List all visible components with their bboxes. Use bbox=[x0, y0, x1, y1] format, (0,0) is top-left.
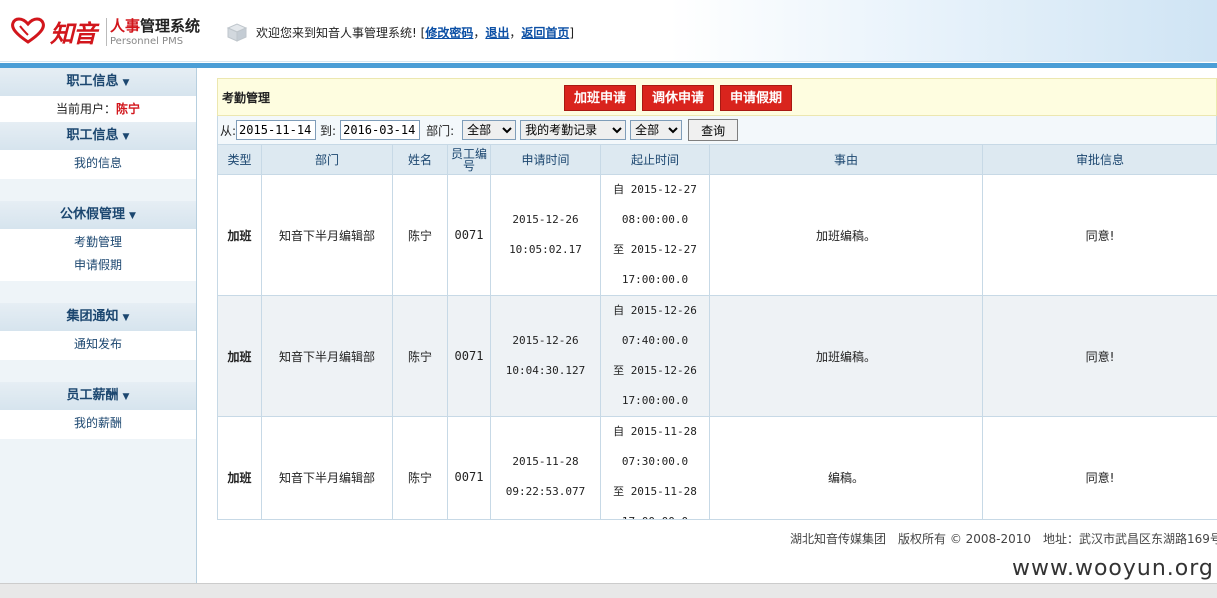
row-dept: 知音下半月编辑部 bbox=[261, 416, 393, 519]
rest-apply-button[interactable]: 调休申请 bbox=[642, 85, 715, 111]
welcome-bar: 欢迎您来到知音人事管理系统! [修改密码，退出，返回首页] bbox=[256, 26, 575, 40]
logo-text: 知音 bbox=[50, 20, 97, 48]
row-type: 加班 bbox=[217, 174, 262, 296]
table-row: 加班 知音下半月编辑部 陈宁 0071 2015-12-26 10:05:02.1… bbox=[217, 174, 1217, 296]
sidebar-section-group-notice[interactable]: 集团通知 ▼ bbox=[0, 303, 196, 331]
col-name: 姓名 bbox=[392, 144, 448, 175]
chevron-down-icon: ▼ bbox=[122, 132, 130, 142]
sidebar-item-apply-leave[interactable]: 申请假期 bbox=[0, 254, 196, 277]
row-range: 自 2015-11-28 07:30:00.0 至 2015-11-28 17:… bbox=[600, 416, 710, 519]
overtime-apply-button[interactable]: 加班申请 bbox=[564, 85, 637, 111]
attendance-table: 类型 部门 姓名 员工编号 申请时间 起止时间 事由 审批信息 加班 知音下半月… bbox=[217, 144, 1217, 519]
col-dept: 部门 bbox=[261, 144, 393, 175]
row-type: 加班 bbox=[217, 416, 262, 519]
header: 知音 人事管理系统 Personnel PMS 欢迎您来到知音人事管理系统! [… bbox=[0, 0, 1217, 62]
row-approval: 同意! bbox=[982, 174, 1217, 296]
system-title: 人事管理系统 bbox=[110, 17, 201, 35]
sidebar-section-staff-info[interactable]: 职工信息 ▼ bbox=[0, 68, 196, 96]
row-dept: 知音下半月编辑部 bbox=[261, 174, 393, 296]
attendance-table-wrap: 类型 部门 姓名 员工编号 申请时间 起止时间 事由 审批信息 加班 知音下半月… bbox=[217, 144, 1217, 520]
cube-icon bbox=[226, 23, 248, 42]
logout-link[interactable]: 退出 bbox=[485, 26, 509, 40]
col-range: 起止时间 bbox=[600, 144, 710, 175]
system-subtitle: Personnel PMS bbox=[110, 36, 184, 47]
from-label: 从: bbox=[220, 123, 237, 138]
watermark: www.wooyun.org bbox=[1012, 556, 1214, 581]
status-select[interactable]: 全部 bbox=[630, 120, 683, 140]
col-approval: 审批信息 bbox=[982, 144, 1217, 175]
row-range: 自 2015-12-27 08:00:00.0 至 2015-12-27 17:… bbox=[600, 174, 710, 296]
row-reason: 加班编稿。 bbox=[709, 295, 983, 417]
table-row: 加班 知音下半月编辑部 陈宁 0071 2015-11-28 09:22:53.0… bbox=[217, 416, 1217, 519]
welcome-text: 欢迎您来到知音人事管理系统! bbox=[256, 26, 417, 40]
logo[interactable]: 知音 人事管理系统 Personnel PMS bbox=[10, 12, 210, 52]
sidebar: 职工信息 ▼ 当前用户：陈宁 职工信息 ▼ 我的信息 公休假管理 ▼ 考勤管理 申请假… bbox=[0, 68, 197, 583]
footer: 湖北知音传媒集团 版权所有 © 2008-2010 地址：武汉市武昌区东湖路16… bbox=[790, 532, 1217, 546]
change-password-link[interactable]: 修改密码 bbox=[425, 26, 473, 40]
table-header: 类型 部门 姓名 员工编号 申请时间 起止时间 事由 审批信息 bbox=[217, 144, 1217, 175]
filter-bar: 从: 到: 部门: 全部 我的考勤记录 全部 查询 bbox=[217, 116, 1217, 144]
chevron-down-icon: ▼ bbox=[129, 211, 136, 221]
sidebar-section-salary[interactable]: 员工薪酬 ▼ bbox=[0, 382, 196, 410]
logo-separator bbox=[106, 18, 107, 46]
sidebar-section-leave-management[interactable]: 公休假管理 ▼ bbox=[0, 201, 196, 229]
to-label: 到: bbox=[320, 123, 337, 138]
sidebar-section-staff-info-2[interactable]: 职工信息 ▼ bbox=[0, 122, 196, 150]
row-range: 自 2015-12-26 07:40:00.0 至 2015-12-26 17:… bbox=[600, 295, 710, 417]
row-dept: 知音下半月编辑部 bbox=[261, 295, 393, 417]
col-emp-no: 员工编号 bbox=[447, 144, 491, 175]
status-bar bbox=[0, 583, 1217, 598]
row-apply-time: 2015-12-26 10:04:30.127 bbox=[490, 295, 601, 417]
title-bar: 考勤管理 加班申请 调休申请 申请假期 bbox=[217, 78, 1217, 116]
row-name[interactable]: 陈宁 bbox=[392, 416, 448, 519]
col-reason: 事由 bbox=[709, 144, 983, 175]
record-select[interactable]: 我的考勤记录 bbox=[520, 120, 627, 140]
query-button[interactable]: 查询 bbox=[688, 119, 739, 141]
sidebar-item-my-salary[interactable]: 我的薪酬 bbox=[0, 412, 196, 435]
to-date-input[interactable] bbox=[340, 120, 421, 140]
chevron-down-icon: ▼ bbox=[122, 392, 130, 402]
home-link[interactable]: 返回首页 bbox=[521, 26, 569, 40]
page-title: 考勤管理 bbox=[222, 91, 271, 105]
sidebar-item-notice-publish[interactable]: 通知发布 bbox=[0, 333, 196, 356]
dept-label: 部门: bbox=[426, 123, 455, 138]
row-reason: 加班编稿。 bbox=[709, 174, 983, 296]
main-content: 考勤管理 加班申请 调休申请 申请假期 从: 到: 部门: 全部 我的考勤记录 … bbox=[217, 78, 1217, 520]
from-date-input[interactable] bbox=[236, 120, 317, 140]
dept-select[interactable]: 全部 bbox=[462, 120, 517, 140]
row-reason: 编稿。 bbox=[709, 416, 983, 519]
col-type: 类型 bbox=[217, 144, 262, 175]
row-apply-time: 2015-11-28 09:22:53.077 bbox=[490, 416, 601, 519]
chevron-down-icon: ▼ bbox=[122, 313, 130, 323]
row-name[interactable]: 陈宁 bbox=[392, 174, 448, 296]
sidebar-item-my-info[interactable]: 我的信息 bbox=[0, 152, 196, 175]
row-apply-time: 2015-12-26 10:05:02.17 bbox=[490, 174, 601, 296]
heart-logo-icon bbox=[11, 17, 45, 44]
row-type: 加班 bbox=[217, 295, 262, 417]
col-apply-time: 申请时间 bbox=[490, 144, 601, 175]
row-approval: 同意! bbox=[982, 416, 1217, 519]
row-emp-no: 0071 bbox=[447, 174, 491, 296]
current-user: 当前用户：陈宁 bbox=[0, 96, 196, 122]
row-approval: 同意! bbox=[982, 295, 1217, 417]
row-emp-no: 0071 bbox=[447, 295, 491, 417]
row-emp-no: 0071 bbox=[447, 416, 491, 519]
leave-apply-button[interactable]: 申请假期 bbox=[720, 85, 793, 111]
chevron-down-icon: ▼ bbox=[122, 78, 130, 88]
table-row: 加班 知音下半月编辑部 陈宁 0071 2015-12-26 10:04:30.1… bbox=[217, 295, 1217, 417]
row-name[interactable]: 陈宁 bbox=[392, 295, 448, 417]
sidebar-item-attendance[interactable]: 考勤管理 bbox=[0, 231, 196, 254]
